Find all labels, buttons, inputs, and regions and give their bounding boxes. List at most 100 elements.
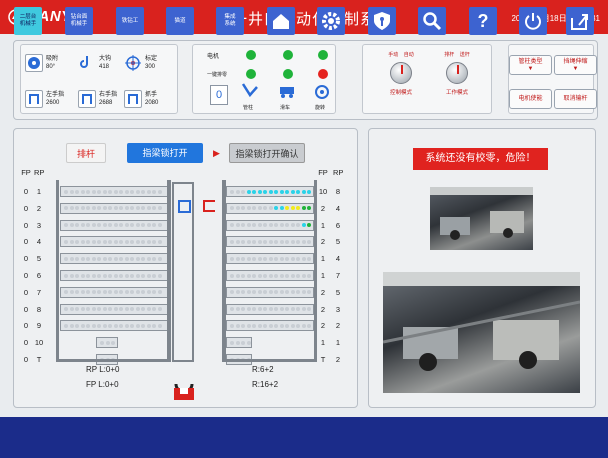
tile-suction: 吸附 80° — [25, 52, 75, 74]
cancel-feed-button[interactable]: 取消输杆 — [554, 89, 597, 109]
power-icon — [525, 13, 541, 30]
right-rp-value: 8 — [335, 187, 341, 196]
mini-label-trolley: 滑车 — [280, 105, 291, 111]
right-fp-value: 2 — [320, 203, 326, 213]
right-rp-value: 1 — [335, 338, 341, 348]
motor-enable-button[interactable]: 电机使能 — [509, 89, 552, 109]
work-mode-knob[interactable] — [446, 62, 468, 84]
nav-catwalk[interactable]: 猫道 — [166, 7, 194, 35]
security-button[interactable] — [368, 7, 396, 35]
control-mode-knob[interactable] — [390, 62, 412, 84]
nav-drillfloor-robot[interactable]: 钻台面 机械手 — [65, 7, 93, 35]
right-rp-value: 7 — [335, 271, 341, 280]
rope-extend-label: 挡绳伸缩 — [563, 59, 588, 65]
footer-nav — [0, 417, 608, 458]
right-fp-value: 2 — [320, 321, 326, 331]
right-fp-header: FP — [318, 168, 328, 177]
left-rp-value: 10 — [34, 338, 44, 348]
exit-icon — [571, 14, 588, 30]
rp-readout: RP L:0+0 — [86, 365, 120, 374]
tile-left-finger: 左手指 2600 — [25, 88, 75, 110]
left-fp-value: 0 — [23, 355, 29, 364]
discharge-button[interactable]: 排杆 — [66, 143, 106, 163]
nav-iron-roughneck[interactable]: 铁钻工 — [116, 7, 144, 35]
left-fp-value: 0 — [23, 237, 29, 247]
alert-banner: 系统还没有校零，危险！ — [413, 148, 548, 170]
right-rp-value: 6 — [335, 220, 341, 230]
left-rp-value: 6 — [36, 271, 42, 280]
selector-card: 手动 自动 控制模式 排杆 送杆 工作模式 — [362, 44, 492, 114]
right-rp-value: 4 — [335, 203, 341, 213]
settings-button[interactable] — [317, 7, 345, 35]
zero-lamp-2 — [283, 69, 293, 79]
gripper-icon — [124, 90, 142, 108]
motor-lamp-2 — [283, 50, 293, 60]
pipe-icon — [241, 83, 259, 99]
right-rp-header: RP — [333, 168, 344, 177]
camera-feed-large[interactable] — [383, 272, 580, 393]
left-fp-value: 0 — [23, 254, 29, 264]
right-fp-value: 1 — [320, 254, 326, 264]
left-rp-value: T — [36, 355, 42, 364]
nav-upper-robot[interactable]: 二层台 机械手 — [14, 7, 42, 35]
left-rp-value: 5 — [36, 254, 42, 264]
tile-suction-label: 吸附 80° — [46, 56, 59, 70]
right-rp-value: 2 — [335, 321, 341, 331]
rotate-icon — [314, 84, 330, 100]
finger-latch-icon — [203, 200, 215, 212]
tile-right-finger-label: 右手指 2688 — [99, 92, 118, 106]
tile-hook-label: 大钩 418 — [99, 56, 112, 70]
left-fp-value: 0 — [23, 304, 29, 314]
fp-readout: FP L:0+0 — [86, 380, 119, 389]
right-rp-value: 4 — [335, 254, 341, 264]
chevron-down-icon: ▼ — [572, 66, 579, 72]
left-fp-value: 0 — [23, 321, 29, 331]
work-mode-options: 排杆 送杆 — [444, 52, 470, 58]
fan-icon — [25, 54, 43, 72]
left-rp-value: 2 — [36, 203, 42, 213]
right-rack-frame — [222, 180, 317, 362]
power-button[interactable] — [519, 7, 547, 35]
rope-extend-button[interactable]: 挡绳伸缩 ▼ — [554, 55, 597, 75]
clamp-left-icon — [25, 90, 43, 108]
camera-feed-small[interactable] — [430, 187, 533, 250]
nav-catwalk-label: 猫道 — [174, 17, 186, 24]
finger-lock-confirm-button[interactable]: 指梁锁打开确认 — [229, 143, 305, 163]
left-fp-value: 0 — [23, 187, 29, 196]
play-arrow-icon: ▶ — [213, 148, 220, 158]
right-rp-value: 5 — [335, 237, 341, 247]
right-fp-value: 1 — [320, 338, 326, 348]
row-motor-label: 电机 — [207, 54, 220, 60]
right-fp-value: 2 — [320, 237, 326, 247]
left-rp-value: 1 — [36, 187, 42, 196]
r1-readout: R:6+2 — [252, 365, 274, 374]
right-rp-value: 3 — [335, 304, 341, 314]
count-box: 0 — [210, 85, 228, 105]
camera-scene-large — [383, 272, 580, 371]
nav-iron-roughneck-label: 铁钻工 — [121, 17, 139, 24]
pipe-type-button[interactable]: 管柱类型 ▼ — [509, 55, 552, 75]
shield-key-icon — [374, 12, 390, 30]
cancel-feed-label: 取消输杆 — [563, 96, 588, 102]
help-button[interactable]: ? — [469, 7, 497, 35]
tile-calibration-label: 标定 300 — [145, 56, 158, 70]
tile-gripper: 抓手 2080 — [124, 88, 174, 110]
camera-scene-small — [430, 187, 533, 240]
work-mode-selector[interactable]: 排杆 送杆 工作模式 — [433, 51, 481, 105]
control-mode-selector[interactable]: 手动 自动 控制模式 — [377, 51, 425, 105]
left-rp-value: 8 — [36, 304, 42, 314]
indicator-card: 电机 一键排零 0 管柱 滑车 旋转 — [192, 44, 336, 114]
nav-drillfloor-robot-label: 钻台面 机械手 — [70, 14, 88, 27]
left-fp-header: FP — [21, 168, 31, 177]
nav-integrated-system[interactable]: 集成 系统 — [216, 7, 244, 35]
search-button[interactable] — [418, 7, 446, 35]
chevron-down-icon: ▼ — [527, 66, 534, 72]
home-button[interactable] — [267, 7, 295, 35]
exit-button[interactable] — [566, 7, 594, 35]
finger-lock-open-button[interactable]: 指梁锁打开 — [127, 143, 203, 163]
right-fp-value: 1 — [320, 220, 326, 230]
r2-readout: R:16+2 — [252, 380, 279, 389]
right-fp-value: 2 — [320, 287, 326, 297]
help-icon: ? — [477, 10, 489, 31]
work-mode-label: 工作模式 — [445, 90, 468, 96]
